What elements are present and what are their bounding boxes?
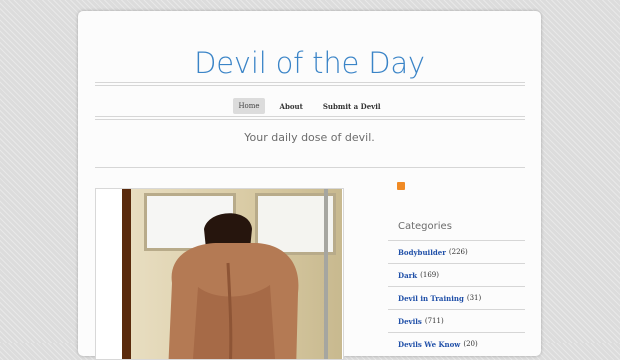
header-divider bbox=[95, 82, 525, 86]
category-item: Devils We Know (20) bbox=[388, 332, 525, 355]
categories-list: Bodybuilder (226) Dark (169) Devil in Tr… bbox=[388, 240, 525, 355]
category-item: Devils (711) bbox=[388, 309, 525, 332]
nav-divider bbox=[95, 116, 525, 120]
category-count: (20) bbox=[463, 340, 478, 348]
category-link[interactable]: Devils We Know bbox=[398, 340, 460, 349]
content-divider bbox=[95, 167, 525, 168]
site-title[interactable]: Devil of the Day bbox=[78, 45, 541, 81]
category-count: (169) bbox=[420, 271, 439, 279]
category-link[interactable]: Bodybuilder bbox=[398, 248, 446, 257]
category-item: Dark (169) bbox=[388, 263, 525, 286]
photo-of-man bbox=[122, 189, 342, 359]
man-figure bbox=[168, 213, 299, 359]
post-image[interactable] bbox=[95, 188, 344, 360]
category-item: Devil in Training (31) bbox=[388, 286, 525, 309]
nav-submit-a-devil[interactable]: Submit a Devil bbox=[318, 98, 386, 115]
category-link[interactable]: Dark bbox=[398, 271, 417, 280]
category-count: (226) bbox=[448, 248, 468, 256]
categories-heading: Categories bbox=[398, 221, 452, 232]
nav-home[interactable]: Home bbox=[233, 98, 265, 114]
category-link[interactable]: Devil in Training bbox=[398, 294, 464, 303]
site-tagline: Your daily dose of devil. bbox=[244, 131, 375, 144]
rss-icon[interactable] bbox=[397, 182, 405, 190]
category-count: (31) bbox=[466, 294, 482, 302]
page-sheet: Devil of the Day Home About Submit a Dev… bbox=[78, 11, 541, 360]
category-link[interactable]: Devils bbox=[398, 317, 422, 326]
nav-about[interactable]: About bbox=[275, 98, 308, 115]
category-item: Bodybuilder (226) bbox=[388, 240, 525, 263]
main-nav: Home About Submit a Devil bbox=[78, 97, 541, 115]
category-count: (711) bbox=[424, 317, 444, 325]
